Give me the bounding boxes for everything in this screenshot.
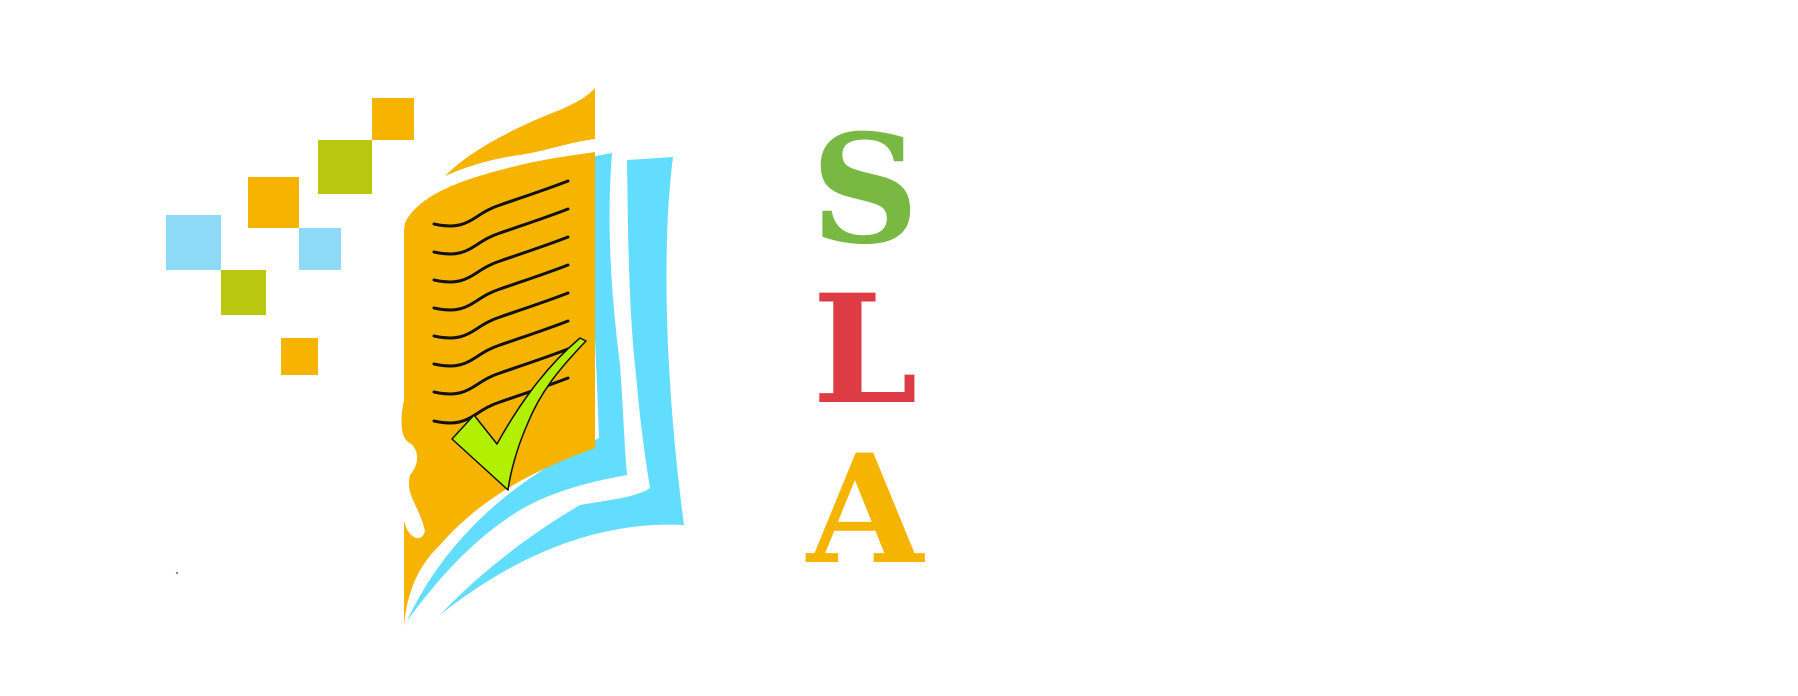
sla-letter-a: A <box>806 422 924 598</box>
pixel-square-orange-middle <box>248 177 299 228</box>
pixel-square-olive-lower <box>221 270 266 315</box>
pixel-square-lightblue-right <box>299 228 341 270</box>
pixel-square-orange-bottom <box>281 338 318 375</box>
pixel-square-lightblue-left <box>166 215 221 270</box>
book-main-page <box>401 152 595 626</box>
decorative-dot <box>175 571 179 575</box>
sla-wordmark: S L A <box>800 100 950 585</box>
pixel-square-olive-upper <box>318 140 372 194</box>
sla-letter-l: L <box>812 262 918 438</box>
pixel-square-orange-top <box>372 98 414 140</box>
sla-letter-s: S <box>810 102 920 278</box>
